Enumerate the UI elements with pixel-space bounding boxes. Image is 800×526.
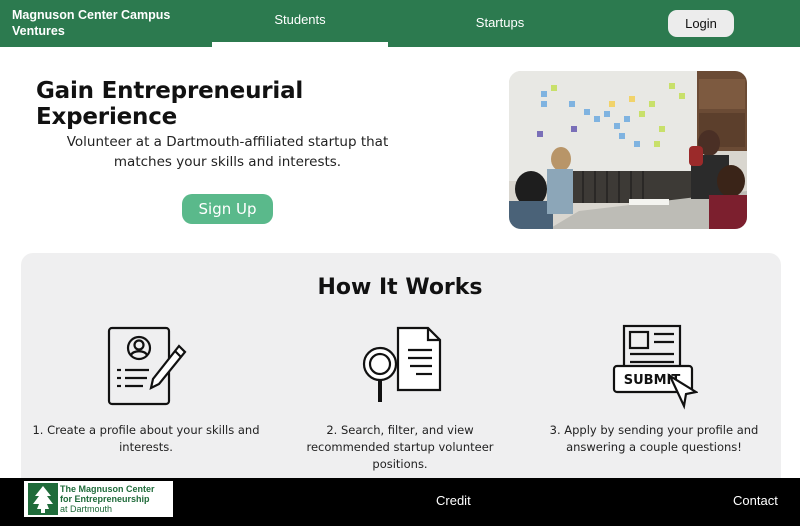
submit-icon: SUBMIT [610, 322, 699, 410]
hero-subtitle: Volunteer at a Dartmouth-affiliated star… [66, 134, 389, 170]
tab-students[interactable]: Students [212, 0, 388, 47]
step-2-text: 2. Search, filter, and view recommended … [306, 423, 494, 471]
logo-line-1: The Magnuson Center [60, 484, 155, 494]
hero-photo [509, 71, 747, 229]
contact-link[interactable]: Contact [733, 478, 778, 526]
tab-students-label: Students [274, 12, 326, 27]
profile-form-icon [103, 322, 191, 410]
brand-name[interactable]: Magnuson Center Campus Ventures [12, 7, 202, 39]
logo-line-3: at Dartmouth [60, 504, 113, 514]
tab-startups-label: Startups [475, 15, 525, 30]
meeting-photo-illustration [509, 71, 747, 229]
credit-link[interactable]: Credit [436, 478, 471, 526]
login-button[interactable]: Login [668, 10, 734, 37]
step-3-text: 3. Apply by sending your profile and ans… [549, 423, 759, 454]
magnuson-logo[interactable]: The Magnuson Center for Entrepreneurship… [24, 481, 173, 517]
active-tab-indicator [212, 42, 388, 47]
logo-line-2: for Entrepreneurship [60, 494, 150, 504]
how-it-works-title: How It Works [317, 275, 483, 300]
sign-up-button[interactable]: Sign Up [182, 194, 273, 224]
logo-text: The Magnuson Center for Entrepreneurship… [60, 484, 172, 514]
tab-startups[interactable]: Startups [412, 0, 588, 47]
search-document-icon [358, 322, 446, 410]
hero-title: Gain Entrepreneurial Experience [36, 78, 304, 130]
pine-tree-icon [28, 483, 58, 515]
step-1-text: 1. Create a profile about your skills an… [32, 423, 260, 454]
